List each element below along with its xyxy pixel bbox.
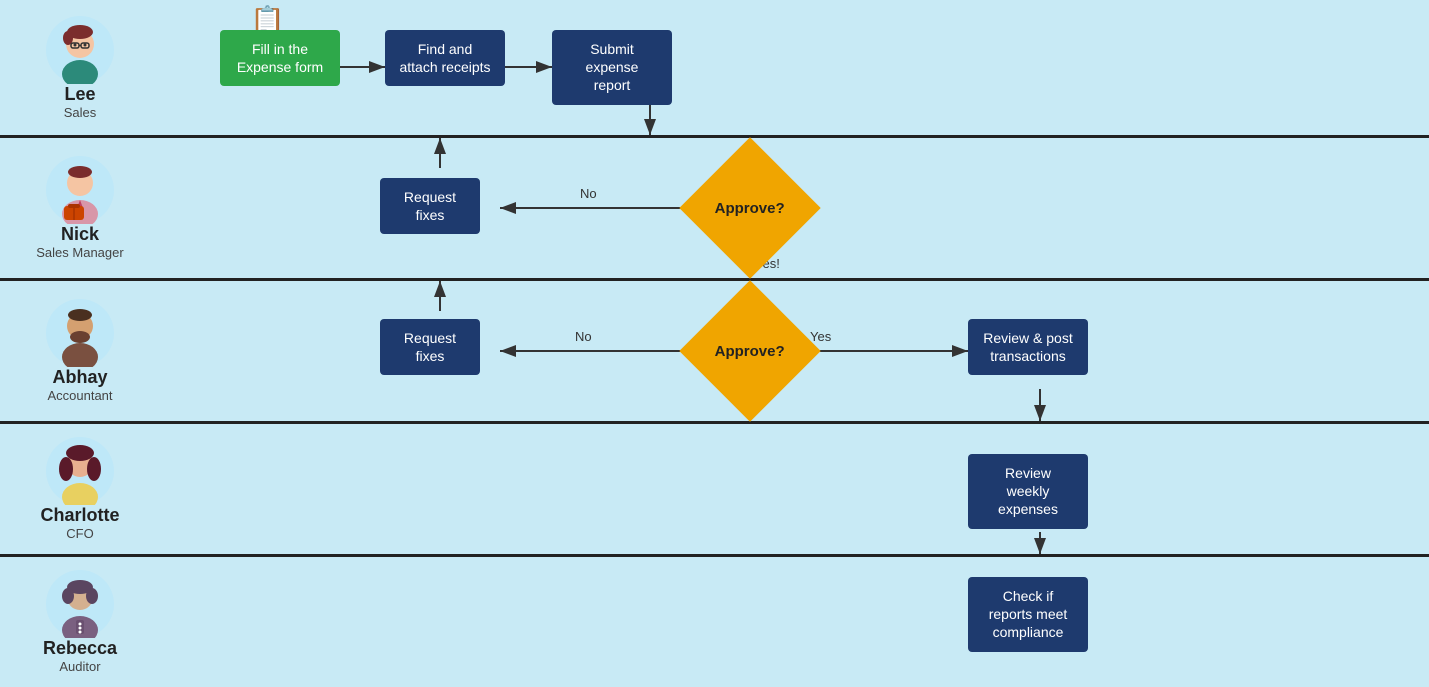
actor-rebecca: Rebecca Auditor (0, 558, 160, 686)
lane4-content: Review weekly expenses (160, 424, 1429, 554)
actor-charlotte-role: CFO (66, 526, 93, 541)
avatar-rebecca (46, 570, 114, 638)
box-check-compliance: Check if reports meet compliance (968, 577, 1088, 652)
actor-abhay-role: Accountant (47, 388, 112, 403)
actor-abhay-name: Abhay (52, 367, 107, 388)
actor-rebecca-name: Rebecca (43, 638, 117, 659)
box-review-post: Review & post transactions (968, 319, 1088, 375)
box-request-fixes-abhay: Request fixes (380, 319, 480, 375)
label-yes-abhay: Yes (810, 329, 832, 344)
actor-lee: Lee Sales (0, 4, 160, 132)
diamond-approve-nick: Approve? (700, 158, 800, 258)
lane3-content: No Yes Request fixes Approve? Review & p… (160, 281, 1429, 421)
lane-charlotte: Charlotte CFO Review weekly expenses (0, 424, 1429, 557)
actor-lee-name: Lee (64, 84, 95, 105)
lane2-content: No Yes! Request fixes Approve? (160, 138, 1429, 278)
avatar-lee (46, 16, 114, 84)
actor-abhay: Abhay Accountant (0, 287, 160, 415)
actor-nick-name: Nick (61, 224, 99, 245)
lane-lee: Lee Sales 📋 Fill in the Expense f (0, 0, 1429, 138)
avatar-nick (46, 156, 114, 224)
box-fill-expense: Fill in the Expense form (220, 30, 340, 86)
lane4-arrows (160, 424, 1429, 554)
box-request-fixes-nick: Request fixes (380, 178, 480, 234)
box-submit-report: Submit expense report (552, 30, 672, 105)
actor-charlotte-name: Charlotte (40, 505, 119, 526)
label-no-nick: No (580, 186, 597, 201)
box-review-weekly: Review weekly expenses (968, 454, 1088, 529)
lane1-arrows (160, 0, 1429, 135)
actor-rebecca-role: Auditor (59, 659, 100, 674)
diamond-approve-abhay: Approve? (700, 301, 800, 401)
actor-nick: Nick Sales Manager (0, 144, 160, 272)
actor-nick-role: Sales Manager (36, 245, 123, 260)
actor-charlotte: Charlotte CFO (0, 425, 160, 553)
lane-rebecca: Rebecca Auditor Check if reports meet co… (0, 557, 1429, 687)
lane1-content: 📋 Fill in the Expense form Find and atta… (160, 0, 1429, 135)
lane-abhay: Abhay Accountant No Yes Request fixes Ap… (0, 281, 1429, 424)
avatar-abhay (46, 299, 114, 367)
lane5-content: Check if reports meet compliance (160, 557, 1429, 687)
lane-nick: Nick Sales Manager No Yes! Request fixes… (0, 138, 1429, 281)
avatar-charlotte (46, 437, 114, 505)
box-find-receipts: Find and attach receipts (385, 30, 505, 86)
label-no-abhay: No (575, 329, 592, 344)
actor-lee-role: Sales (64, 105, 97, 120)
